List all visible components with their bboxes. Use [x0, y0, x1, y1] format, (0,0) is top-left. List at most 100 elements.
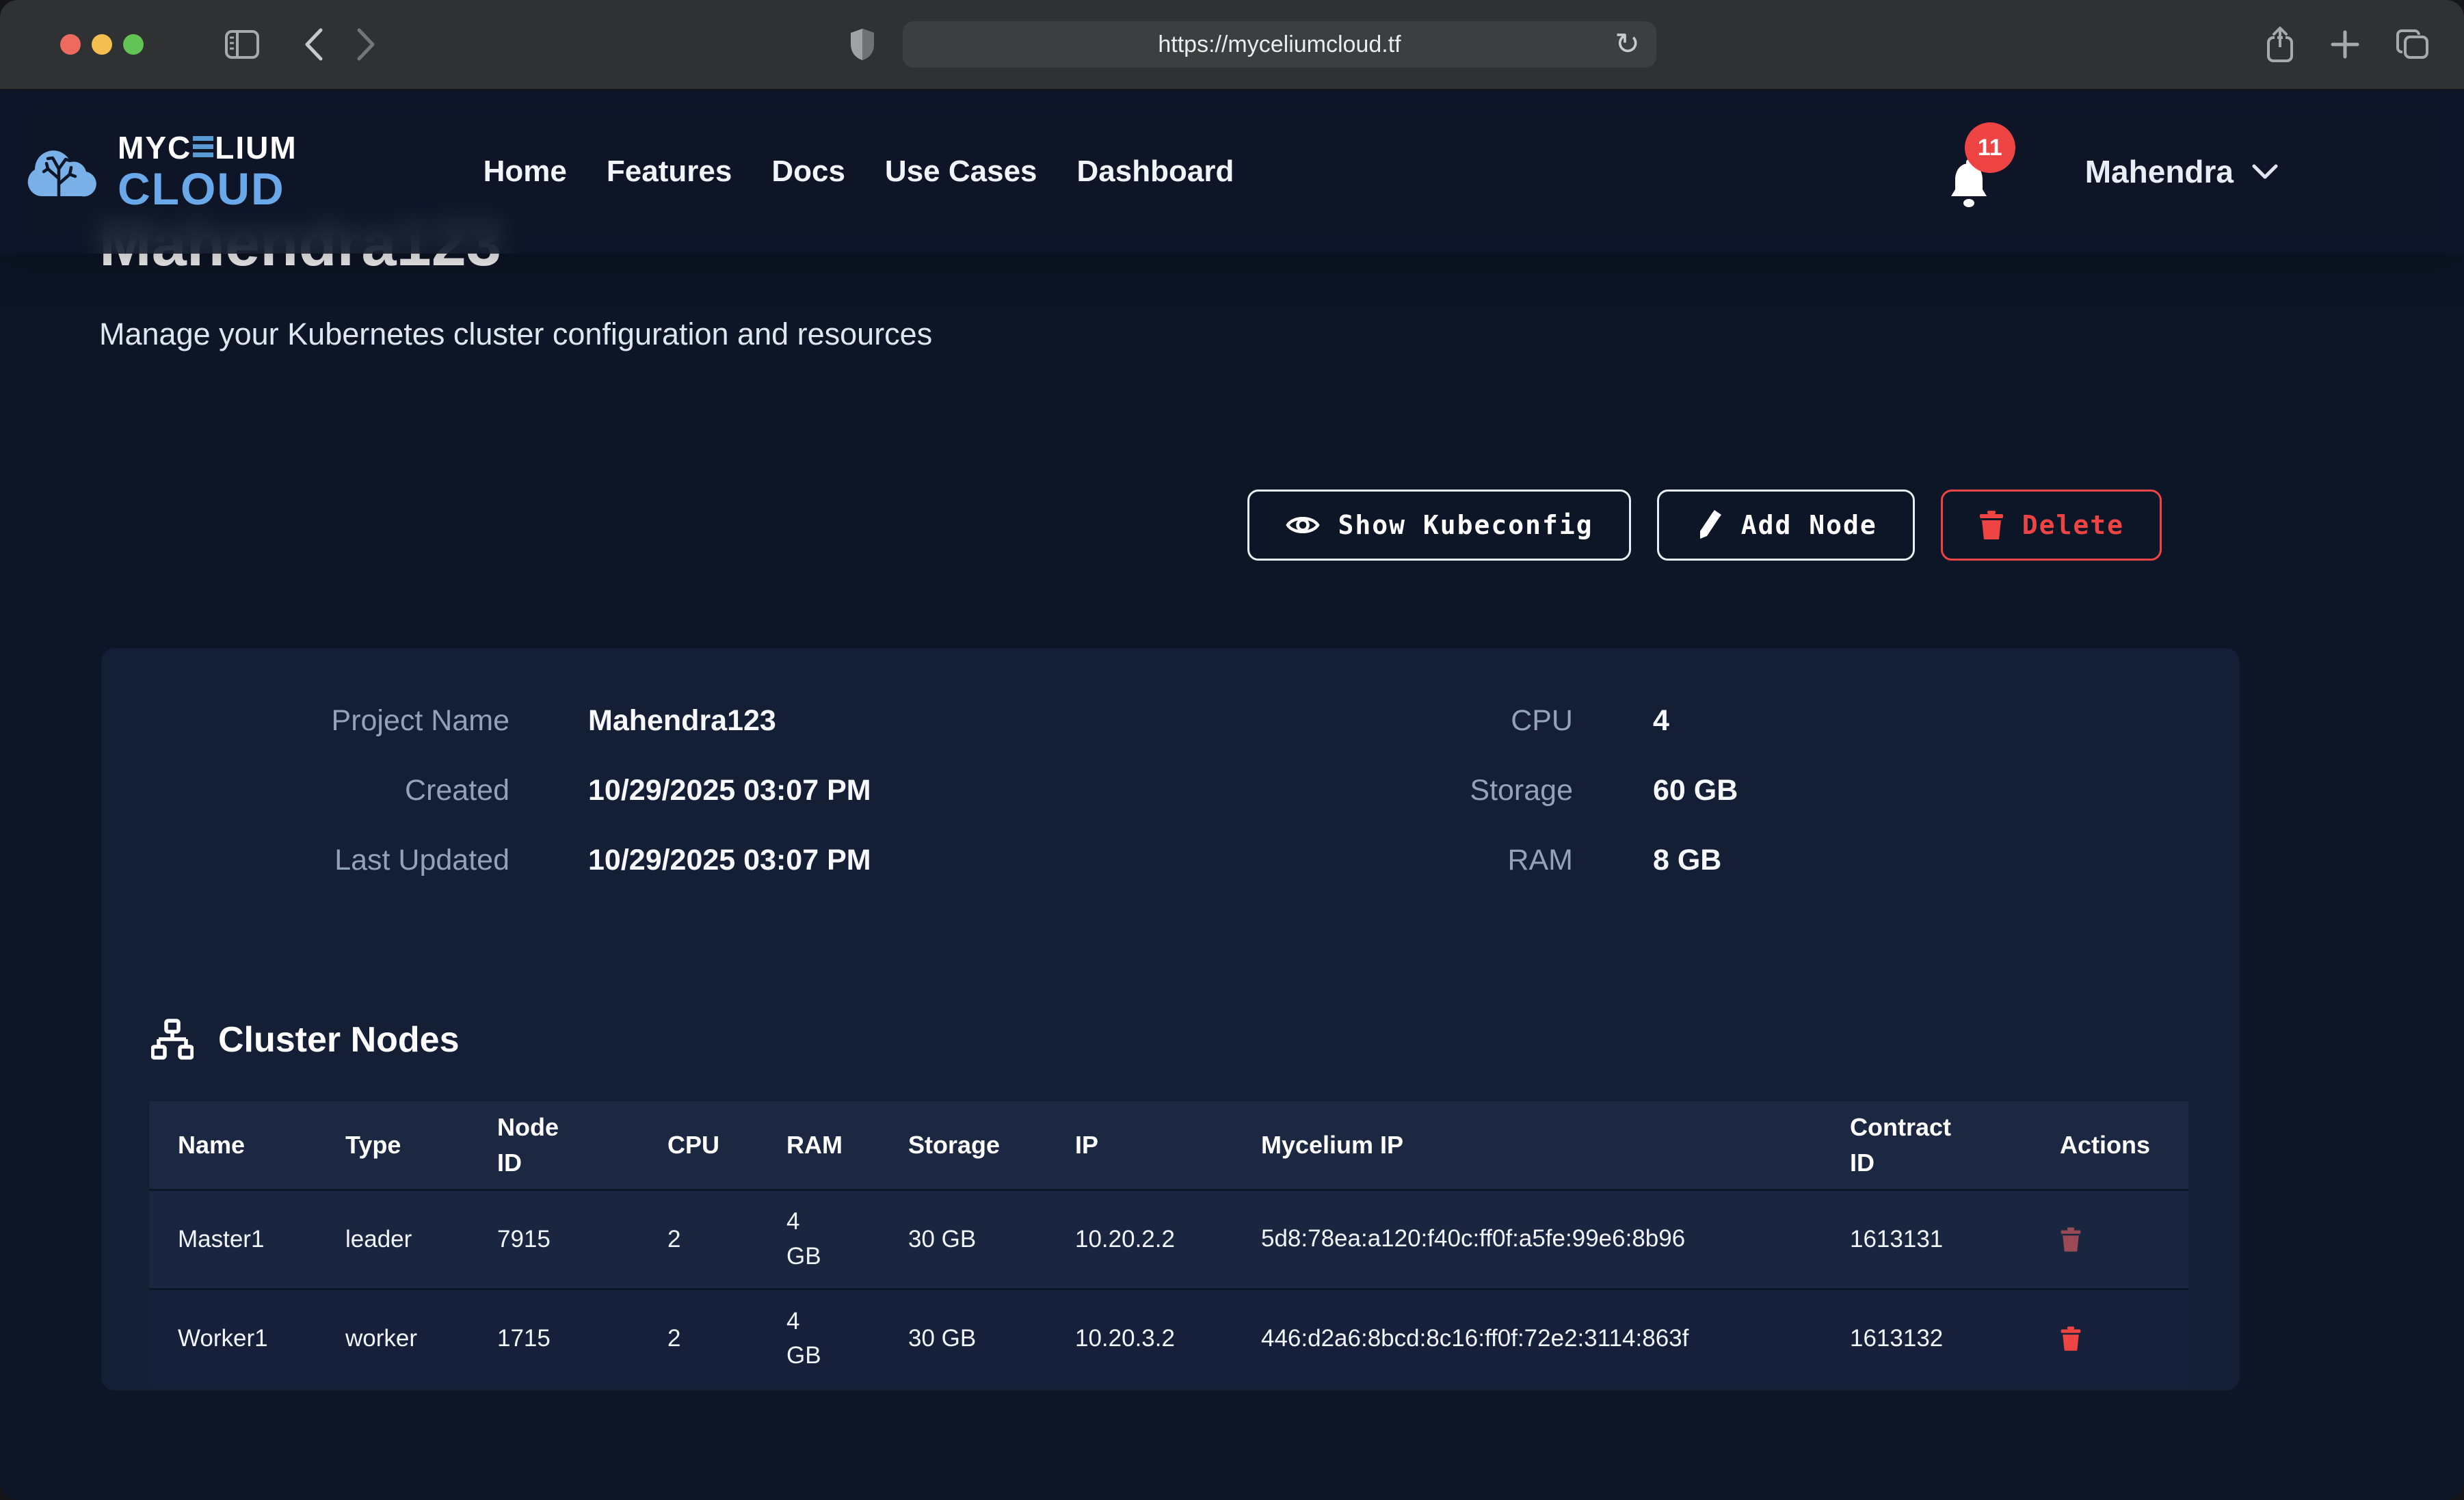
cell-cpu: 2 — [667, 1190, 786, 1289]
info-row-ram: RAM 8 GB — [1141, 843, 1738, 877]
info-label: CPU — [1141, 704, 1573, 738]
info-label: Project Name — [101, 704, 509, 738]
page-subtitle: Manage your Kubernetes cluster configura… — [99, 317, 2464, 352]
chevron-down-icon — [2251, 163, 2279, 180]
browser-chrome: https://myceliumcloud.tf ↻ — [0, 0, 2464, 90]
trash-icon — [1978, 509, 2004, 541]
delete-node-icon[interactable] — [2060, 1226, 2175, 1253]
brand-text: MYCLIUM CLOUD — [118, 132, 297, 211]
forward-button-icon[interactable] — [354, 27, 377, 62]
delete-cluster-button[interactable]: Delete — [1941, 490, 2162, 561]
col-mycelium-ip: Mycelium IP — [1260, 1101, 1849, 1190]
zoom-window-button[interactable] — [123, 34, 144, 55]
nav-link-docs[interactable]: Docs — [771, 155, 845, 189]
back-button-icon[interactable] — [302, 27, 326, 62]
cell-ram: 4 GB — [786, 1190, 908, 1289]
col-contract-id: Contract ID — [1849, 1101, 2059, 1190]
cluster-actions: Show Kubeconfig Add Node Delete — [101, 490, 2162, 561]
minimize-window-button[interactable] — [92, 34, 112, 55]
cell-ip: 10.20.3.2 — [1074, 1289, 1260, 1388]
info-row-cpu: CPU 4 — [1141, 704, 1738, 738]
browser-window: https://myceliumcloud.tf ↻ — [0, 0, 2464, 1500]
cell-contract-id: 1613132 — [1849, 1289, 2059, 1388]
cell-mycelium-ip: 446:d2a6:8bcd:8c16:ff0f:72e2:3114:863f — [1260, 1289, 1849, 1388]
add-node-button[interactable]: Add Node — [1657, 490, 1915, 561]
info-row-storage: Storage 60 GB — [1141, 773, 1738, 807]
cluster-info: Project Name Mahendra123 Created 10/29/2… — [101, 704, 2240, 913]
user-name: Mahendra — [2085, 153, 2234, 190]
nav-link-features[interactable]: Features — [607, 155, 732, 189]
table-header-row: Name Type Node ID CPU RAM Storage IP Myc… — [149, 1101, 2188, 1190]
url-text: https://myceliumcloud.tf — [1158, 31, 1401, 58]
share-icon[interactable] — [2266, 25, 2294, 64]
cell-name: Worker1 — [149, 1289, 345, 1388]
privacy-shield-icon — [849, 27, 875, 62]
cell-ram: 4 GB — [786, 1289, 908, 1388]
brand-line1: MYCLIUM — [118, 132, 297, 163]
col-name: Name — [149, 1101, 345, 1190]
cluster-nodes-header: Cluster Nodes — [151, 1018, 2240, 1062]
info-value: 60 GB — [1653, 774, 1738, 807]
info-row-project-name: Project Name Mahendra123 — [101, 704, 1141, 738]
stylized-e-icon — [193, 136, 213, 161]
col-storage: Storage — [908, 1101, 1074, 1190]
info-row-last-updated: Last Updated 10/29/2025 03:07 PM — [101, 843, 1141, 877]
new-tab-icon[interactable] — [2330, 29, 2360, 59]
col-node-id: Node ID — [496, 1101, 667, 1190]
site-navbar: MYCLIUM CLOUD Home Features Docs Use Cas… — [0, 90, 2464, 254]
col-actions: Actions — [2059, 1101, 2188, 1190]
user-menu[interactable]: Mahendra — [2085, 153, 2279, 190]
cluster-details-panel: Project Name Mahendra123 Created 10/29/2… — [101, 648, 2240, 1391]
cell-contract-id: 1613131 — [1849, 1190, 2059, 1289]
info-value: 4 — [1653, 704, 1669, 738]
nav-link-dashboard[interactable]: Dashboard — [1077, 155, 1234, 189]
sidebar-toggle-icon[interactable] — [224, 29, 260, 59]
nav-link-home[interactable]: Home — [483, 155, 567, 189]
cell-mycelium-ip: 5d8:78ea:a120:f40c:ff0f:a5fe:99e6:8b96 — [1260, 1190, 1849, 1289]
info-label: Storage — [1141, 774, 1573, 807]
info-value: Mahendra123 — [588, 704, 776, 738]
info-value: 8 GB — [1653, 844, 1721, 877]
col-cpu: CPU — [667, 1101, 786, 1190]
cell-actions — [2059, 1289, 2188, 1388]
cell-type: leader — [345, 1190, 496, 1289]
info-value: 10/29/2025 03:07 PM — [588, 774, 871, 807]
table-row-master1: Master1 leader 7915 2 4 GB 30 GB 10.20.2… — [149, 1190, 2188, 1289]
info-label: Created — [101, 774, 509, 807]
network-nodes-icon — [151, 1019, 194, 1061]
delete-node-icon[interactable] — [2060, 1325, 2175, 1352]
pencil-icon — [1695, 509, 1723, 541]
brand-logo[interactable]: MYCLIUM CLOUD — [21, 132, 297, 211]
col-ram: RAM — [786, 1101, 908, 1190]
info-row-created: Created 10/29/2025 03:07 PM — [101, 773, 1141, 807]
brand-line2: CLOUD — [118, 166, 297, 211]
cluster-nodes-table: Name Type Node ID CPU RAM Storage IP Myc… — [149, 1101, 2188, 1388]
cell-storage: 30 GB — [908, 1190, 1074, 1289]
cell-actions — [2059, 1190, 2188, 1289]
nav-links: Home Features Docs Use Cases Dashboard — [483, 155, 1234, 189]
close-window-button[interactable] — [60, 34, 81, 55]
main-content: Mahendra123 Manage your Kubernetes clust… — [0, 210, 2464, 1391]
col-ip: IP — [1074, 1101, 1260, 1190]
cell-storage: 30 GB — [908, 1289, 1074, 1388]
cell-cpu: 2 — [667, 1289, 786, 1388]
chrome-right-buttons — [2266, 25, 2430, 64]
cluster-nodes-title: Cluster Nodes — [218, 1019, 460, 1060]
info-value: 10/29/2025 03:07 PM — [588, 844, 871, 877]
info-label: Last Updated — [101, 844, 509, 877]
show-kubeconfig-button[interactable]: Show Kubeconfig — [1247, 490, 1631, 561]
cell-node-id: 1715 — [496, 1289, 667, 1388]
notifications-button[interactable]: 11 — [1942, 131, 1996, 213]
reload-icon[interactable]: ↻ — [1615, 29, 1640, 59]
traffic-lights — [60, 34, 144, 55]
nav-link-use-cases[interactable]: Use Cases — [885, 155, 1037, 189]
notification-badge: 11 — [1965, 122, 2015, 173]
tab-overview-icon[interactable] — [2396, 29, 2430, 60]
address-bar[interactable]: https://myceliumcloud.tf ↻ — [903, 21, 1656, 68]
eye-icon — [1285, 511, 1321, 539]
cell-name: Master1 — [149, 1190, 345, 1289]
cell-type: worker — [345, 1289, 496, 1388]
cell-ip: 10.20.2.2 — [1074, 1190, 1260, 1289]
cell-node-id: 7915 — [496, 1190, 667, 1289]
cloud-logo-icon — [21, 133, 97, 210]
